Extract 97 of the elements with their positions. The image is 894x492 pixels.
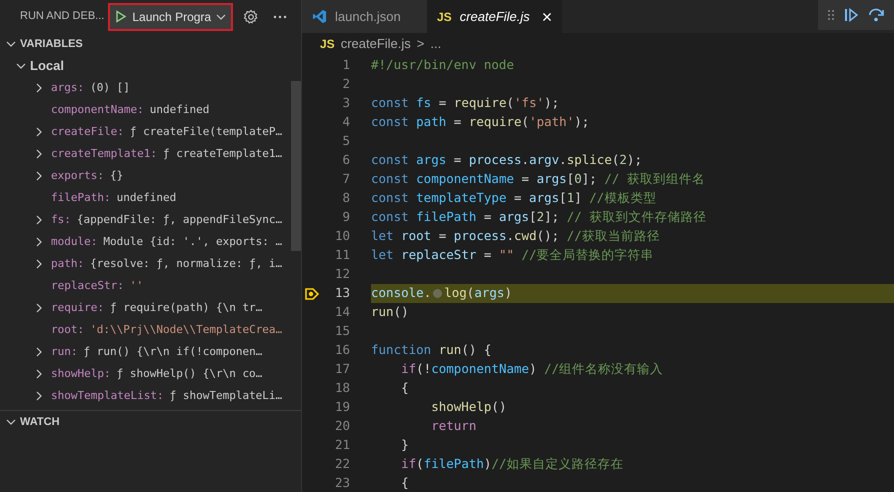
breadcrumb-item[interactable]: ... (430, 34, 442, 54)
breadcrumb-separator: > (416, 35, 424, 54)
line-number: 18 (334, 379, 350, 398)
code-line: let root = process.cwd(); //获取当前路径 (371, 227, 660, 246)
variable-value: ƒ showTemplateLi… (170, 388, 282, 404)
line-number: 20 (334, 417, 350, 436)
code-line: { (400, 379, 409, 398)
step-over-button[interactable] (868, 8, 884, 22)
js-file-icon: JS (320, 35, 335, 53)
scope-item[interactable]: Local (0, 55, 291, 77)
variable-name[interactable]: exports: (51, 168, 104, 184)
variable-name[interactable]: args: (51, 80, 84, 96)
line-number: 7 (341, 170, 350, 188)
code-line: const filePath = args[2]; // 获取到文件存储路径 (371, 208, 706, 226)
chevron-down-icon (6, 39, 16, 49)
variable-name[interactable]: require: (51, 300, 104, 316)
line-number: 10 (334, 227, 350, 246)
line-number: 23 (334, 474, 350, 492)
variable-name[interactable]: root: (51, 322, 84, 338)
line-number: 19 (334, 398, 350, 416)
variable-value: undefined (150, 102, 210, 118)
variable-name[interactable]: showHelp: (51, 366, 111, 382)
panel-title: RUN AND DEB... (20, 9, 104, 24)
line-number: 6 (341, 151, 350, 170)
variable-name[interactable]: createFile: (51, 124, 124, 140)
line-number: 1 (341, 56, 350, 74)
line-number: 22 (334, 455, 350, 474)
settings-button[interactable] (243, 8, 260, 24)
code-line: const componentName = args[0]; // 获取到组件名 (371, 170, 705, 188)
variable-name[interactable]: replaceStr: (51, 278, 124, 294)
code-line: const fs = require('fs'); (371, 94, 560, 112)
launch-config-dropdown[interactable]: Launch Progra (110, 4, 232, 28)
variable-value: (0) [] (90, 80, 130, 96)
line-number: 3 (341, 94, 350, 112)
chevron-down-icon (6, 417, 16, 427)
code-line: run() (371, 303, 409, 322)
variable-value: {resolve: ƒ, normalize: ƒ, i… (90, 256, 282, 272)
breakpoint-stopped-icon (305, 288, 319, 300)
variable-value: '' (130, 278, 144, 294)
editor-tab[interactable]: JS createFile.js × (427, 0, 562, 33)
variable-name[interactable]: fs: (51, 212, 71, 228)
code-line: const args = process.argv.splice(2); (371, 151, 642, 170)
variable-value: ƒ createFile(templateP… (130, 124, 282, 140)
line-number: 11 (334, 246, 350, 264)
continue-button[interactable] (844, 8, 858, 22)
variable-value: undefined (116, 190, 176, 206)
variable-name[interactable]: run: (51, 344, 78, 360)
code-line: const templateType = args[1] //模板类型 (371, 189, 656, 208)
code-line: let replaceStr = "" //要全局替换的字符串 (371, 246, 654, 264)
line-number: 16 (334, 341, 350, 360)
code-line: showHelp() (430, 398, 506, 416)
variable-name[interactable]: showTemplateList: (51, 388, 164, 404)
more-actions-button[interactable] (273, 14, 288, 18)
line-number: 8 (341, 189, 350, 208)
variable-value: ƒ require(path) {\n tr… (110, 300, 262, 316)
variable-name[interactable]: createTemplate1: (51, 146, 157, 162)
variable-name[interactable]: module: (51, 234, 98, 250)
variable-value: Module {id: '.', exports: … (103, 234, 282, 250)
variable-name[interactable]: componentName: (51, 102, 144, 118)
section-header[interactable]: VARIABLES (0, 33, 301, 55)
line-number: 17 (334, 360, 350, 378)
line-number: 14 (334, 303, 350, 322)
chevron-down-icon (216, 12, 226, 22)
variable-name[interactable]: path: (51, 256, 84, 272)
variable-value: ƒ showHelp() {\r\n co… (116, 366, 262, 382)
line-number: 9 (341, 208, 350, 226)
code-line: { (400, 474, 409, 492)
variable-value: 'd:\\Prj\\Node\\TemplateCrea… (90, 322, 282, 338)
line-number: 13 (334, 284, 350, 302)
code-line: return (430, 417, 476, 436)
code-line: const path = require('path'); (371, 113, 590, 132)
line-number: 2 (341, 75, 350, 94)
variable-value: ƒ createTemplate1… (162, 146, 282, 162)
code-line: if(filePath)//如果自定义路径存在 (400, 455, 624, 474)
code-line: #!/usr/bin/env node (371, 56, 514, 74)
line-number: 4 (341, 113, 350, 132)
code-line: if(!componentName) //组件名称没有输入 (400, 360, 664, 378)
variable-value: ƒ run() {\r\n if(!componen… (84, 344, 262, 360)
variable-name[interactable]: filePath: (51, 190, 111, 206)
js-file-icon: JS (437, 8, 452, 26)
chevron-down-icon (16, 61, 26, 71)
line-number: 5 (341, 132, 350, 150)
section-header[interactable]: WATCH (0, 411, 301, 433)
code-line: } (400, 436, 409, 454)
variable-value: {} (110, 168, 124, 184)
close-icon[interactable]: × (542, 8, 552, 26)
line-number: 21 (334, 436, 350, 454)
breadcrumb-item[interactable]: createFile.js (340, 34, 411, 54)
variable-value: {appendFile: ƒ, appendFileSync… (76, 212, 282, 228)
drag-handle-icon (828, 9, 834, 21)
editor-tab[interactable]: launch.json (302, 0, 427, 33)
code-line: function run() { (371, 341, 492, 360)
code-editor-logo-icon (312, 9, 327, 24)
scrollbar-thumb[interactable] (291, 81, 301, 251)
play-icon (115, 10, 128, 23)
line-number: 12 (334, 265, 350, 284)
line-number: 15 (334, 322, 350, 340)
